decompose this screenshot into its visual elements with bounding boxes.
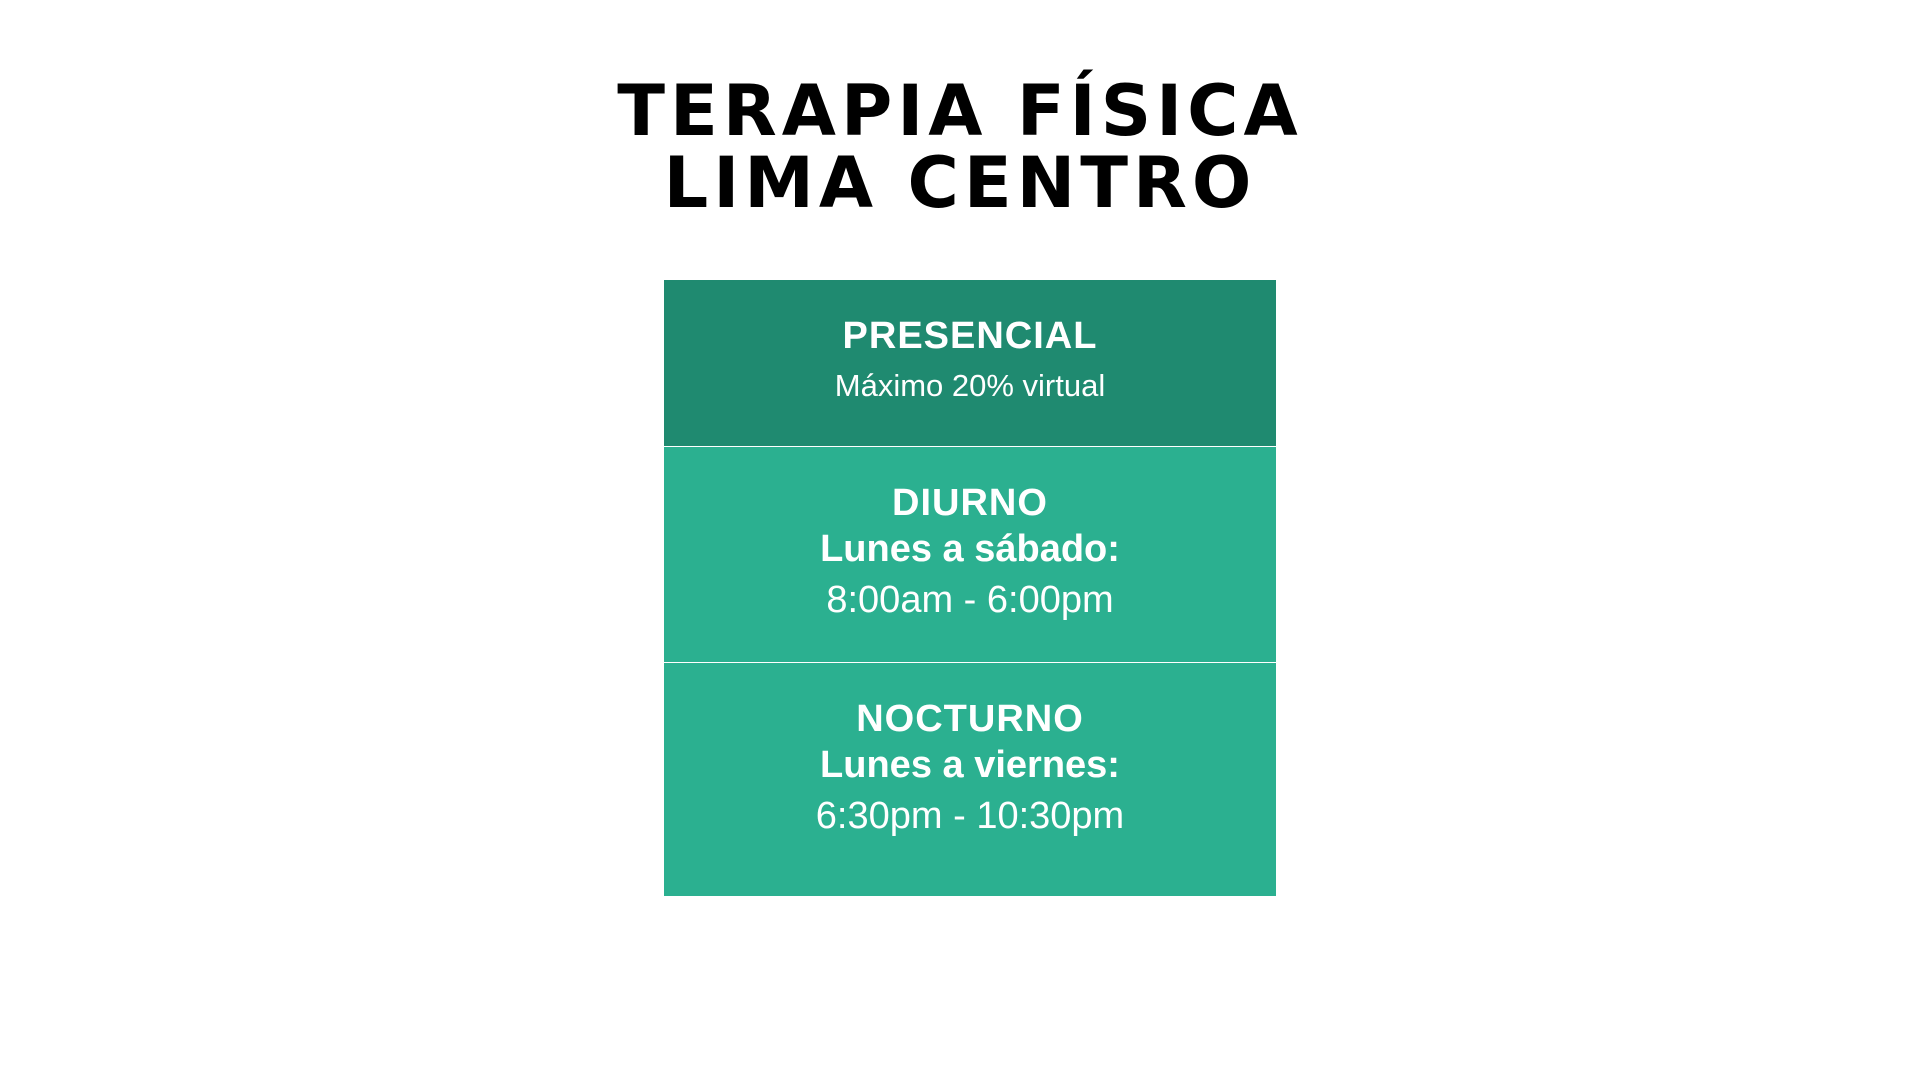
nocturno-title: NOCTURNO: [856, 698, 1084, 740]
diurno-title: DIURNO: [892, 482, 1048, 524]
presencial-row: PRESENCIAL Máximo 20% virtual: [664, 280, 1276, 446]
page-title: TERAPIA FÍSICA LIMA CENTRO: [0, 75, 1920, 219]
presencial-note: Máximo 20% virtual: [834, 368, 1106, 403]
nocturno-days: Lunes a viernes:: [820, 744, 1120, 786]
presencial-title: PRESENCIAL: [842, 315, 1098, 357]
schedule-table: PRESENCIAL Máximo 20% virtual DIURNO Lun…: [664, 280, 1276, 896]
diurno-hours: 8:00am - 6:00pm: [826, 579, 1114, 621]
title-line-2: LIMA CENTRO: [663, 142, 1257, 224]
diurno-row: DIURNO Lunes a sábado: 8:00am - 6:00pm: [664, 446, 1276, 662]
title-line-1: TERAPIA FÍSICA: [617, 70, 1303, 152]
nocturno-hours: 6:30pm - 10:30pm: [815, 795, 1125, 837]
nocturno-row: NOCTURNO Lunes a viernes: 6:30pm - 10:30…: [664, 662, 1276, 896]
diurno-days: Lunes a sábado:: [820, 528, 1120, 570]
